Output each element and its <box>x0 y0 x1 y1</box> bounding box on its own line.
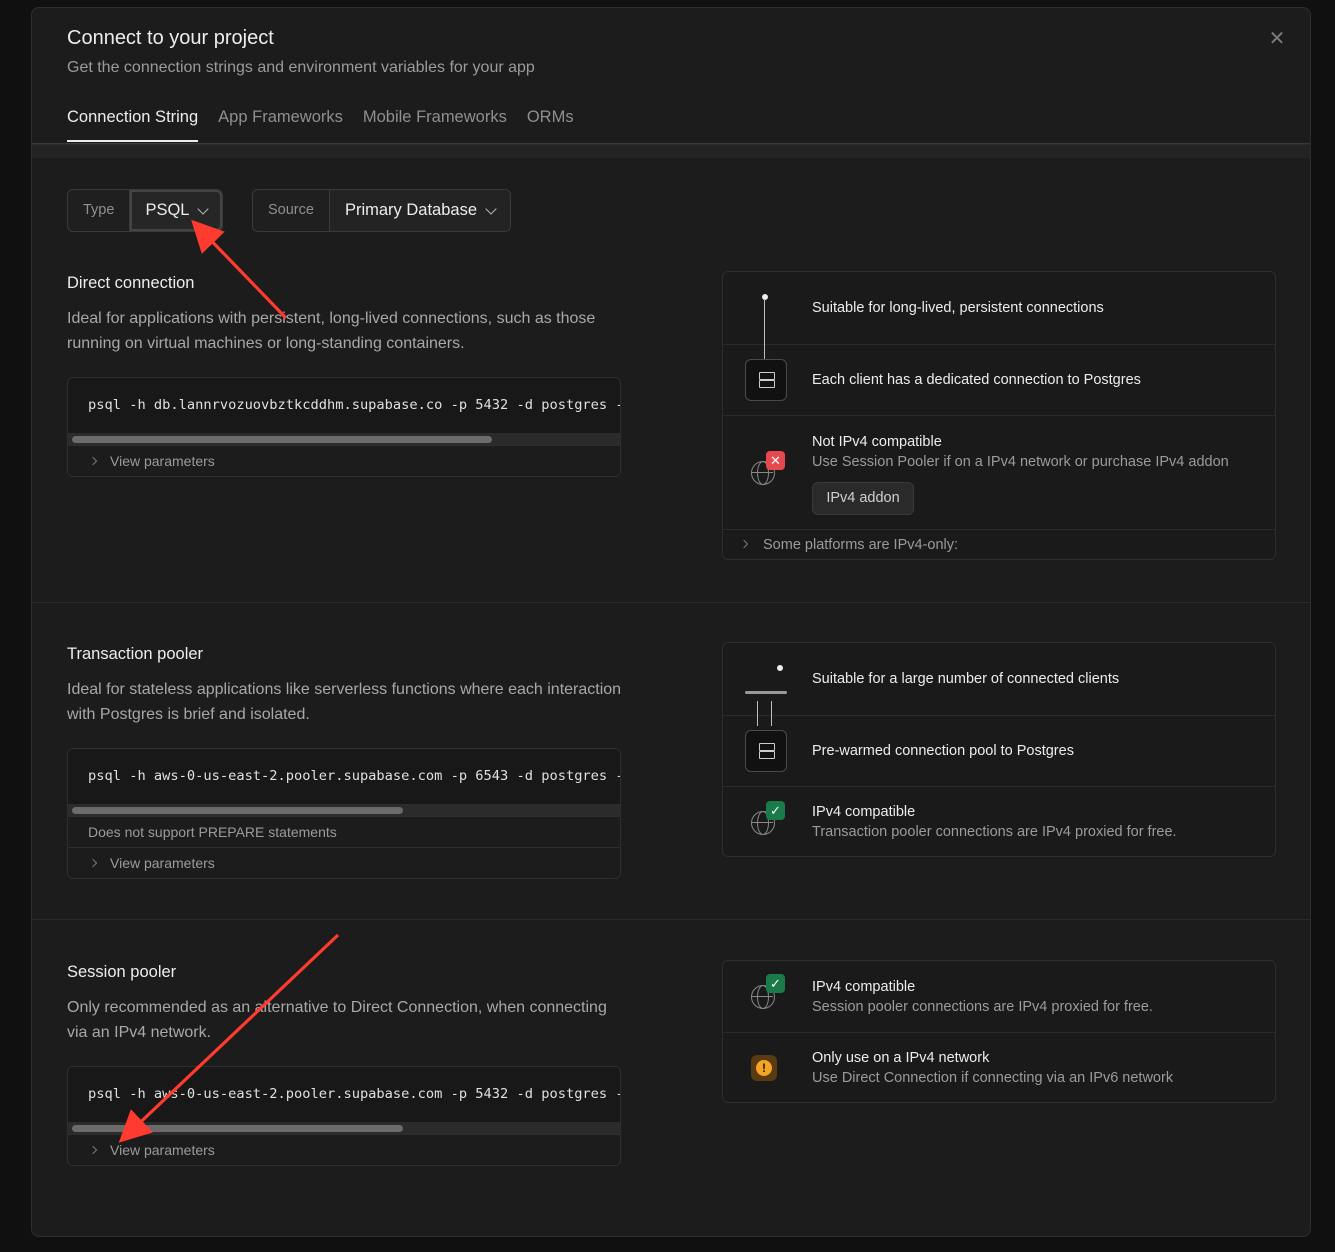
chevron-right-icon <box>739 539 749 549</box>
direct-description: Ideal for applications with persistent, … <box>67 310 596 352</box>
source-value: Primary Database <box>344 201 478 219</box>
connection-line-icon <box>757 701 758 715</box>
session-code-box: psql -h aws-0-us-east-2.pooler.supabase.… <box>67 1066 621 1166</box>
close-icon[interactable]: ✕ <box>1266 28 1288 50</box>
connection-line-icon <box>764 299 765 344</box>
chevron-right-icon <box>88 1146 98 1155</box>
session-info-row2-title: Only use on a IPv4 network <box>812 1049 990 1066</box>
info-row: Suitable for a large number of connected… <box>723 643 1275 715</box>
warning-icon <box>751 1055 777 1081</box>
chevron-right-icon <box>88 457 98 466</box>
info-row: Pre-warmed connection pool to Postgres <box>723 714 1275 786</box>
info-row: Suitable for long-lived, persistent conn… <box>723 272 1275 344</box>
connection-dot-icon <box>762 294 768 300</box>
direct-command[interactable]: psql -h db.lannrvozuovbztkcddhm.supabase… <box>68 378 620 433</box>
section-divider <box>32 602 1310 603</box>
view-parameters-label: View parameters <box>110 453 215 469</box>
client-dot-icon <box>777 665 783 671</box>
direct-info-row3-title: Not IPv4 compatible <box>812 434 942 450</box>
modal-subtitle: Get the connection strings and environme… <box>67 59 535 76</box>
transaction-title: Transaction pooler <box>67 645 204 663</box>
view-parameters-toggle[interactable]: View parameters <box>68 1134 620 1165</box>
error-x-icon: ✕ <box>766 451 785 470</box>
view-parameters-label: View parameters <box>110 855 215 871</box>
direct-title: Direct connection <box>67 274 195 292</box>
tab-app-frameworks[interactable]: App Frameworks <box>218 108 343 142</box>
connection-line-icon <box>771 714 772 726</box>
info-row: Only use on a IPv4 network Use Direct Co… <box>723 1032 1275 1102</box>
check-icon: ✓ <box>766 974 785 993</box>
content-band <box>32 144 1310 158</box>
tab-connection-string[interactable]: Connection String <box>67 108 199 142</box>
session-info-row2-sub: Use Direct Connection if connecting via … <box>812 1069 1174 1086</box>
chevron-down-icon <box>197 202 210 215</box>
prepare-note: Does not support PREPARE statements <box>68 816 620 847</box>
scrollbar[interactable] <box>68 1122 620 1134</box>
chevron-down-icon <box>485 202 497 215</box>
ipv4-only-label: Some platforms are IPv4-only: <box>763 537 959 553</box>
info-row: Each client has a dedicated connection t… <box>723 343 1275 415</box>
transaction-command[interactable]: psql -h aws-0-us-east-2.pooler.supabase.… <box>68 749 620 804</box>
scrollbar-thumb[interactable] <box>72 1125 403 1132</box>
database-icon <box>745 359 787 401</box>
scrollbar-thumb[interactable] <box>72 436 492 443</box>
transaction-info-panel: Suitable for a large number of connected… <box>722 642 1276 857</box>
section-divider <box>32 919 1310 920</box>
scrollbar-thumb[interactable] <box>72 807 403 814</box>
tab-mobile-frameworks[interactable]: Mobile Frameworks <box>363 108 507 142</box>
connect-modal: ✕ Connect to your project Get the connec… <box>31 7 1311 1237</box>
info-row: ✕ Not IPv4 compatible Use Session Pooler… <box>723 415 1275 529</box>
type-value: PSQL <box>145 201 190 219</box>
modal-title: Connect to your project <box>67 27 274 49</box>
chevron-right-icon <box>88 859 98 868</box>
session-info-row1-title: IPv4 compatible <box>812 978 916 995</box>
pooler-bar-icon <box>745 691 787 694</box>
tab-orms[interactable]: ORMs <box>527 108 574 142</box>
info-row: ✓ IPv4 compatible Session pooler connect… <box>723 961 1275 1032</box>
database-icon <box>745 730 787 772</box>
transaction-info-row3-sub: Transaction pooler connections are IPv4 … <box>812 823 1177 840</box>
direct-info-row3-sub: Use Session Pooler if on a IPv4 network … <box>812 454 1229 470</box>
session-title: Session pooler <box>67 963 177 981</box>
connection-line-icon <box>764 343 765 359</box>
check-icon: ✓ <box>766 801 785 820</box>
direct-info-panel: Suitable for long-lived, persistent conn… <box>722 271 1276 560</box>
view-parameters-label: View parameters <box>110 1142 215 1158</box>
source-selector: Source Primary Database <box>252 189 512 232</box>
scrollbar[interactable] <box>68 804 620 816</box>
transaction-code-box: psql -h aws-0-us-east-2.pooler.supabase.… <box>67 748 621 879</box>
connection-line-icon <box>771 701 772 715</box>
scrollbar[interactable] <box>68 433 620 445</box>
session-command[interactable]: psql -h aws-0-us-east-2.pooler.supabase.… <box>68 1067 620 1122</box>
info-row: ✓ IPv4 compatible Transaction pooler con… <box>723 786 1275 856</box>
transaction-description: Ideal for stateless applications like se… <box>67 681 622 723</box>
transaction-info-row1: Suitable for a large number of connected… <box>812 671 1120 687</box>
view-parameters-toggle[interactable]: View parameters <box>68 847 620 878</box>
type-dropdown[interactable]: PSQL <box>130 190 223 231</box>
view-parameters-toggle[interactable]: View parameters <box>68 445 620 476</box>
transaction-info-row3-title: IPv4 compatible <box>812 803 916 820</box>
ipv4-only-platforms-toggle[interactable]: Some platforms are IPv4-only: <box>723 529 1275 559</box>
source-dropdown[interactable]: Primary Database <box>329 190 511 231</box>
transaction-info-row2: Pre-warmed connection pool to Postgres <box>812 743 1074 759</box>
ipv4-addon-button[interactable]: IPv4 addon <box>812 482 914 515</box>
session-description: Only recommended as an alternative to Di… <box>67 999 607 1041</box>
type-selector-label: Type <box>68 190 131 231</box>
type-selector: Type PSQL <box>67 189 224 232</box>
direct-code-box: psql -h db.lannrvozuovbztkcddhm.supabase… <box>67 377 621 477</box>
source-selector-label: Source <box>253 190 330 231</box>
connection-line-icon <box>757 714 758 726</box>
direct-info-row1: Suitable for long-lived, persistent conn… <box>812 300 1104 316</box>
session-info-row1-sub: Session pooler connections are IPv4 prox… <box>812 998 1153 1015</box>
tab-bar: Connection String App Frameworks Mobile … <box>67 108 574 142</box>
direct-info-row2: Each client has a dedicated connection t… <box>812 372 1141 388</box>
session-info-panel: ✓ IPv4 compatible Session pooler connect… <box>722 960 1276 1103</box>
